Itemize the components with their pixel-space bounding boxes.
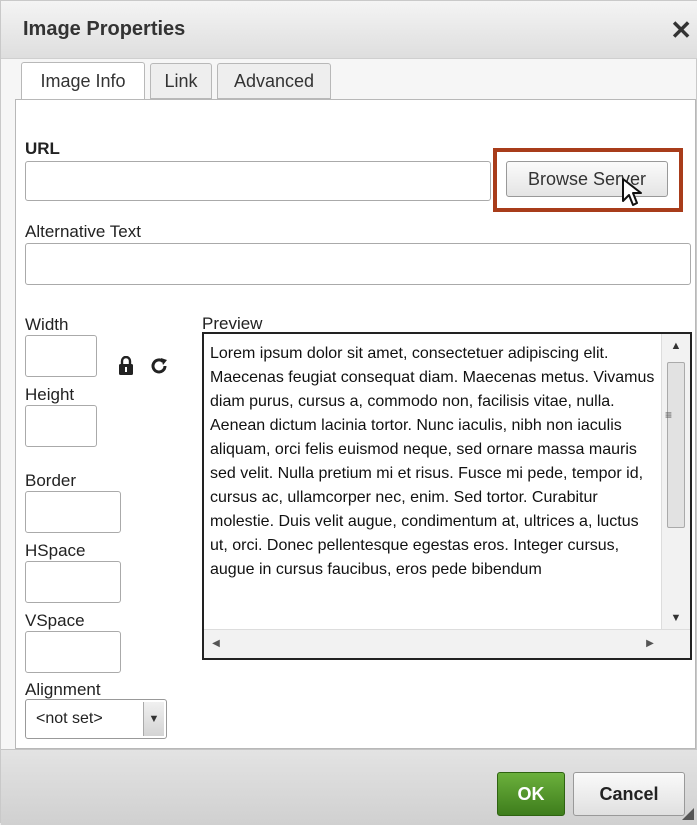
- image-properties-dialog: Image Properties ✕ Image Info Link Advan…: [0, 0, 697, 825]
- grip-icon: ≡: [665, 408, 673, 422]
- url-label: URL: [25, 139, 60, 158]
- alignment-select[interactable]: <not set> ▼: [25, 699, 167, 739]
- width-label: Width: [25, 315, 69, 334]
- alt-text-input[interactable]: [25, 243, 691, 285]
- mouse-pointer-icon: [622, 178, 642, 206]
- height-input[interactable]: [25, 405, 97, 447]
- scroll-down-icon[interactable]: ▼: [662, 608, 690, 628]
- hspace-input[interactable]: [25, 561, 121, 603]
- scroll-right-icon[interactable]: ▶: [640, 630, 660, 658]
- tab-image-info[interactable]: Image Info: [21, 62, 145, 100]
- scroll-left-icon[interactable]: ◀: [206, 630, 226, 658]
- preview-text: Lorem ipsum dolor sit amet, consectetuer…: [210, 345, 655, 578]
- preview-box: Lorem ipsum dolor sit amet, consectetuer…: [202, 332, 692, 660]
- border-input[interactable]: [25, 491, 121, 533]
- ok-button[interactable]: OK: [497, 772, 565, 816]
- cancel-button[interactable]: Cancel: [573, 772, 685, 816]
- vspace-label: VSpace: [25, 611, 85, 630]
- tab-label: Advanced: [233, 70, 315, 91]
- tab-advanced[interactable]: Advanced: [217, 63, 331, 99]
- tab-link[interactable]: Link: [150, 63, 212, 99]
- alignment-value: <not set>: [36, 710, 103, 727]
- tab-label: Image Info: [40, 71, 126, 91]
- scroll-up-icon[interactable]: ▲: [662, 336, 690, 356]
- alt-text-label: Alternative Text: [25, 222, 141, 241]
- height-label: Height: [25, 385, 75, 404]
- border-label: Border: [25, 471, 77, 490]
- hspace-label: HSpace: [25, 541, 86, 560]
- close-icon[interactable]: ✕: [670, 15, 692, 46]
- reset-size-icon[interactable]: [151, 356, 169, 382]
- scroll-thumb[interactable]: [667, 362, 685, 528]
- width-input[interactable]: [25, 335, 97, 377]
- lock-icon[interactable]: [118, 355, 134, 382]
- chevron-down-icon[interactable]: ▼: [143, 702, 164, 736]
- vspace-input[interactable]: [25, 631, 121, 673]
- browse-server-button[interactable]: Browse Server: [506, 161, 668, 197]
- preview-label: Preview: [202, 314, 263, 333]
- preview-vertical-scrollbar[interactable]: ▲ ≡ ▼: [661, 334, 690, 630]
- resize-handle-icon[interactable]: [682, 808, 694, 820]
- url-input[interactable]: [25, 161, 491, 201]
- alignment-label: Alignment: [25, 680, 101, 699]
- preview-horizontal-scrollbar[interactable]: ◀ ▶: [204, 629, 690, 658]
- tab-label: Link: [164, 70, 198, 91]
- dialog-title: Image Properties: [23, 18, 186, 40]
- dialog-titlebar[interactable]: Image Properties ✕: [1, 1, 697, 59]
